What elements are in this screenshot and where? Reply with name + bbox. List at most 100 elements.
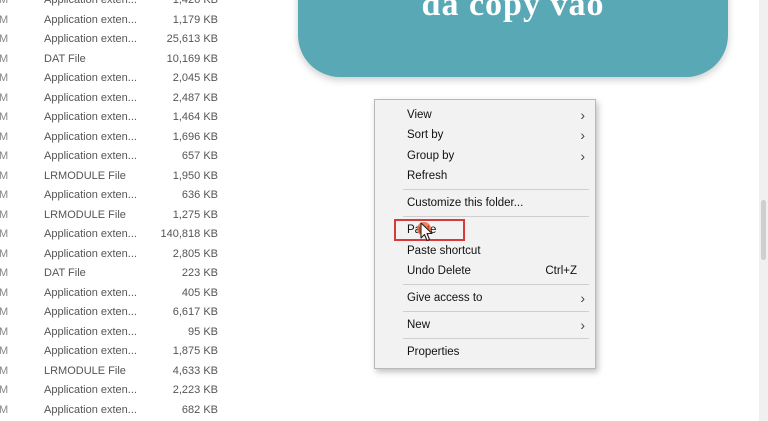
file-row[interactable]: M Application exten... 636 KB: [0, 186, 250, 206]
menu-item-new[interactable]: New ›: [375, 315, 595, 335]
chevron-right-icon: ›: [580, 107, 585, 123]
file-type: Application exten...: [44, 0, 137, 6]
date-modified-fragment: M: [0, 228, 9, 240]
file-type: Application exten...: [44, 189, 137, 201]
date-modified-fragment: M: [0, 403, 9, 416]
file-row[interactable]: M Application exten... 140,818 KB: [0, 225, 250, 245]
menu-separator: [403, 284, 589, 285]
file-row[interactable]: M Application exten... 2,805 KB: [0, 245, 250, 265]
file-row[interactable]: M Application exten... 682 KB: [0, 401, 250, 421]
date-modified-fragment: M: [0, 33, 9, 45]
file-size: 2,223 KB: [172, 384, 218, 396]
menu-item-label: Properties: [407, 346, 460, 358]
date-modified-fragment: M: [0, 345, 9, 357]
file-size: 1,426 KB: [172, 0, 218, 6]
file-type: DAT File: [44, 52, 86, 65]
file-size: 1,464 KB: [172, 111, 218, 123]
file-type: Application exten...: [44, 13, 137, 26]
file-size: 2,805 KB: [172, 247, 218, 260]
file-row[interactable]: M Application exten... 2,223 KB: [0, 381, 250, 401]
file-row[interactable]: M Application exten... 405 KB: [0, 284, 250, 304]
file-row[interactable]: M DAT File 10,169 KB: [0, 50, 250, 70]
date-modified-fragment: M: [0, 111, 9, 123]
menu-item-give-access[interactable]: Give access to ›: [375, 288, 595, 308]
file-row[interactable]: M Application exten... 1,426 KB: [0, 0, 250, 11]
file-type: Application exten...: [44, 111, 137, 123]
file-type: Application exten...: [44, 384, 137, 396]
menu-item-label: Paste shortcut: [407, 245, 481, 257]
file-type: DAT File: [44, 267, 86, 279]
file-row[interactable]: M LRMODULE File 1,950 KB: [0, 167, 250, 187]
file-size: 4,633 KB: [172, 364, 218, 377]
file-row[interactable]: M LRMODULE File 1,275 KB: [0, 206, 250, 226]
menu-separator: [403, 189, 589, 190]
menu-item-label: Sort by: [407, 129, 444, 141]
file-row[interactable]: M LRMODULE File 4,633 KB: [0, 362, 250, 382]
file-row[interactable]: M Application exten... 2,045 KB: [0, 69, 250, 89]
menu-item-undo-delete[interactable]: Undo Delete Ctrl+Z: [375, 261, 595, 281]
menu-item-view[interactable]: View ›: [375, 105, 595, 125]
menu-item-label: Undo Delete: [407, 265, 471, 277]
file-row[interactable]: M Application exten... 1,179 KB: [0, 11, 250, 31]
menu-item-label: Refresh: [407, 170, 448, 182]
file-row[interactable]: M Application exten... 1,696 KB: [0, 128, 250, 148]
date-modified-fragment: M: [0, 247, 9, 260]
date-modified-fragment: M: [0, 208, 9, 221]
file-type: LRMODULE File: [44, 364, 126, 377]
date-modified-fragment: M: [0, 0, 9, 6]
date-modified-fragment: M: [0, 325, 9, 338]
menu-separator: [403, 338, 589, 339]
file-size: 657 KB: [181, 150, 218, 162]
menu-item-group-by[interactable]: Group by ›: [375, 146, 595, 166]
chevron-right-icon: ›: [580, 317, 585, 333]
date-modified-fragment: M: [0, 150, 9, 162]
mouse-pointer-icon: [420, 222, 433, 242]
file-row[interactable]: M DAT File 223 KB: [0, 264, 250, 284]
file-type: Application exten...: [44, 228, 137, 240]
title-banner: đã copy vào: [298, 0, 728, 77]
file-row[interactable]: M Application exten... 95 KB: [0, 323, 250, 343]
file-row[interactable]: M Application exten... 6,617 KB: [0, 303, 250, 323]
file-type: Application exten...: [44, 403, 137, 416]
menu-item-paste-shortcut[interactable]: Paste shortcut: [375, 241, 595, 261]
file-size: 1,275 KB: [172, 208, 218, 221]
date-modified-fragment: M: [0, 384, 9, 396]
menu-item-refresh[interactable]: Refresh: [375, 166, 595, 186]
file-row[interactable]: M Application exten... 2,487 KB: [0, 89, 250, 109]
date-modified-fragment: M: [0, 189, 9, 201]
file-row[interactable]: M Application exten... 25,613 KB: [0, 30, 250, 50]
banner-text: đã copy vào: [421, 0, 605, 23]
menu-item-label: Customize this folder...: [407, 197, 524, 209]
file-type: Application exten...: [44, 306, 137, 318]
file-size: 223 KB: [181, 267, 218, 279]
date-modified-fragment: M: [0, 364, 9, 377]
menu-separator: [403, 216, 589, 217]
file-size: 2,487 KB: [172, 91, 218, 104]
file-row[interactable]: M Application exten... 1,464 KB: [0, 108, 250, 128]
file-type: Application exten...: [44, 150, 137, 162]
menu-item-label: Give access to: [407, 292, 483, 304]
menu-item-sort-by[interactable]: Sort by ›: [375, 125, 595, 145]
menu-item-label: View: [407, 109, 432, 121]
scrollbar-thumb[interactable]: [761, 200, 766, 260]
file-type: LRMODULE File: [44, 169, 126, 182]
file-list: M Application exten... 1,426 KB M Applicatio…: [0, 0, 250, 420]
date-modified-fragment: M: [0, 130, 9, 143]
file-type: Application exten...: [44, 286, 137, 299]
file-row[interactable]: M Application exten... 657 KB: [0, 147, 250, 167]
date-modified-fragment: M: [0, 13, 9, 26]
date-modified-fragment: M: [0, 72, 9, 84]
file-size: 1,875 KB: [172, 345, 218, 357]
vertical-scrollbar[interactable]: [759, 0, 768, 421]
file-row[interactable]: M Application exten... 1,875 KB: [0, 342, 250, 362]
keyboard-shortcut: Ctrl+Z: [545, 265, 577, 277]
menu-item-properties[interactable]: Properties: [375, 342, 595, 362]
file-type: Application exten...: [44, 91, 137, 104]
menu-item-customize-folder[interactable]: Customize this folder...: [375, 193, 595, 213]
file-type: Application exten...: [44, 325, 137, 338]
date-modified-fragment: M: [0, 267, 9, 279]
file-size: 2,045 KB: [172, 72, 218, 84]
file-size: 6,617 KB: [172, 306, 218, 318]
file-type: Application exten...: [44, 247, 137, 260]
file-size: 405 KB: [181, 286, 218, 299]
